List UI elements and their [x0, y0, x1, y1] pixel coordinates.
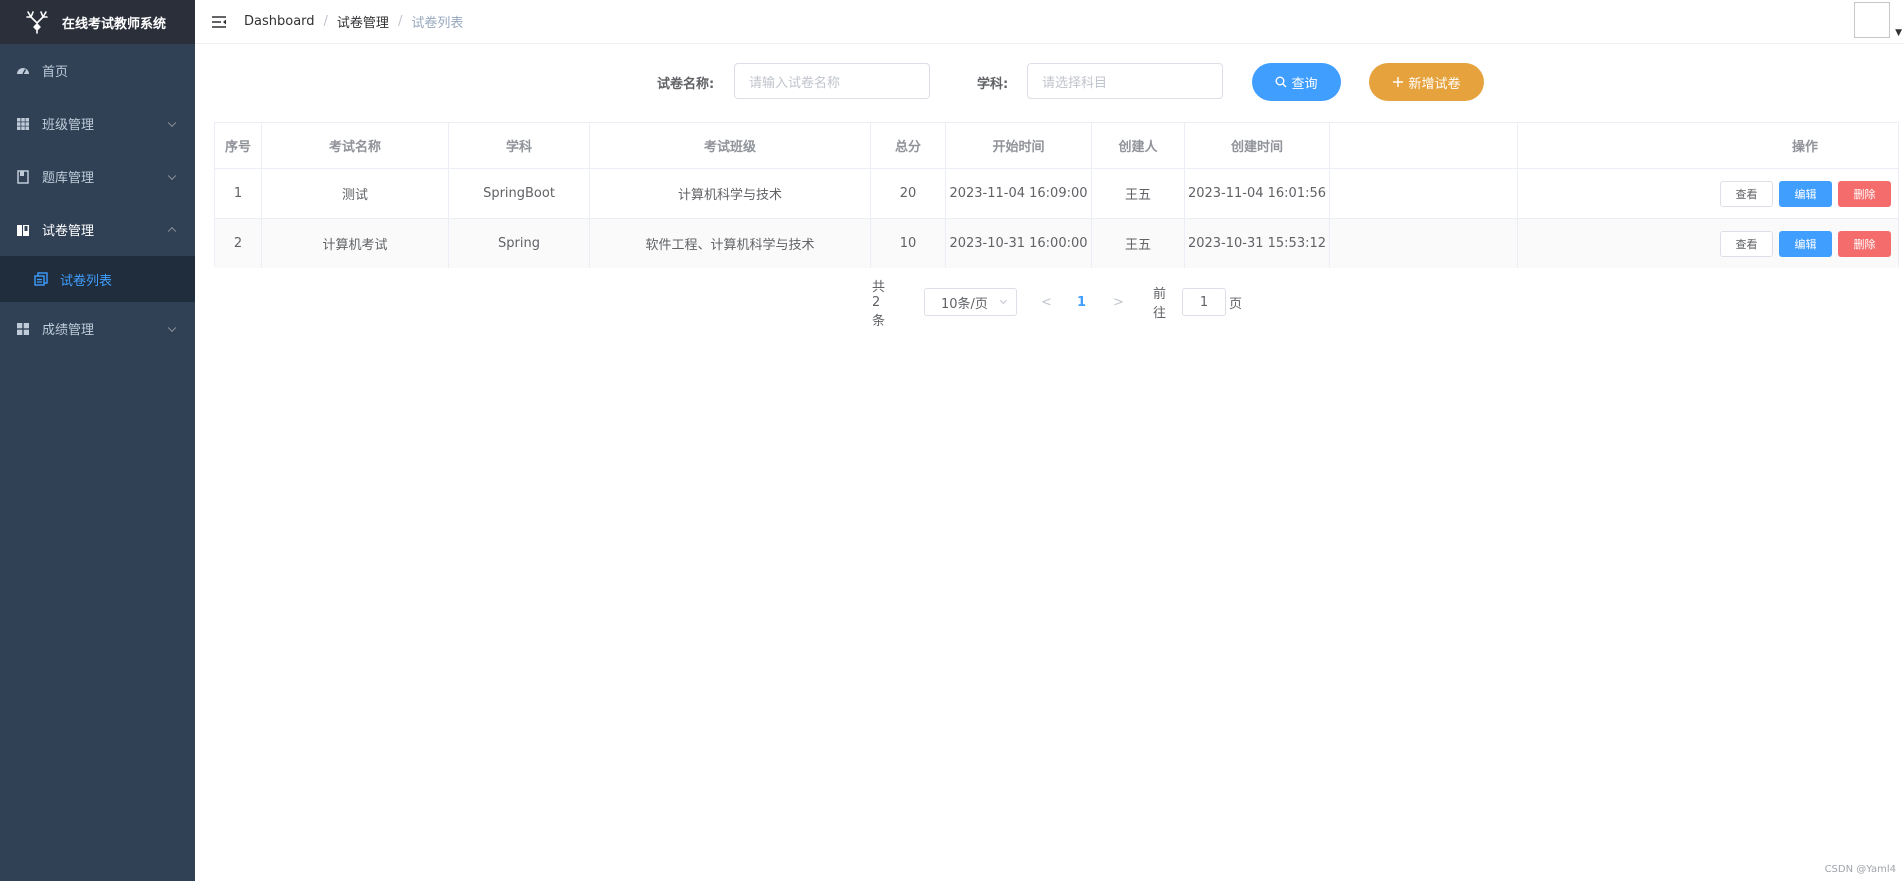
query-button-label: 查询: [1291, 76, 1318, 92]
sidebar-item-class[interactable]: 班级管理: [0, 97, 195, 150]
view-button[interactable]: 查看: [1720, 180, 1773, 207]
delete-button[interactable]: 删除: [1838, 230, 1891, 257]
breadcrumb-item-paper-manage[interactable]: 试卷管理: [337, 12, 389, 31]
chevron-down-icon: [167, 118, 177, 127]
cell-score: 20: [871, 169, 946, 218]
column-header: 考试名称: [262, 123, 449, 168]
sidebar-item-label: 题库管理: [42, 171, 95, 186]
app-title: 在线考试教师系统: [62, 16, 167, 32]
column-header: 学科: [449, 123, 590, 168]
sidebar-item-question-bank[interactable]: 题库管理: [0, 150, 195, 203]
cell-exam-name: 计算机考试: [262, 219, 449, 268]
cell-classes: 计算机科学与技术: [590, 169, 871, 218]
chevron-down-icon: [999, 296, 1008, 305]
search-icon: [1275, 76, 1287, 88]
sidebar-item-label: 试卷管理: [42, 224, 95, 239]
copy-icon: [34, 272, 48, 286]
delete-button[interactable]: 删除: [1838, 180, 1891, 207]
goto-label: 前往: [1153, 287, 1167, 321]
add-paper-button[interactable]: 新增试卷: [1369, 63, 1484, 101]
goto-suffix: 页: [1229, 296, 1243, 312]
subject-select[interactable]: 请选择科目: [1027, 63, 1223, 99]
table-row: 1 测试 SpringBoot 计算机科学与技术 20 2023-11-04 1…: [215, 168, 1898, 218]
grid-icon: [16, 117, 30, 131]
breadcrumb-item-paper-list: 试卷列表: [411, 16, 464, 31]
book-icon: [16, 169, 30, 184]
cell-start-time: 2023-10-31 16:00:00: [946, 219, 1092, 268]
cell-subject: Spring: [449, 219, 590, 268]
column-header: 创建时间: [1185, 123, 1330, 168]
sidebar-item-label: 班级管理: [42, 118, 95, 133]
query-button[interactable]: 查询: [1252, 63, 1341, 101]
column-header: 操作: [1791, 140, 1818, 155]
empty-column: [1330, 123, 1518, 168]
column-header: 总分: [871, 123, 946, 168]
app-root: 在线考试教师系统 首页 班级管理 题库管理 试卷管理 试卷列表 成绩管理 Das…: [0, 0, 1904, 881]
hamburger-icon[interactable]: [210, 13, 228, 31]
paper-table: 序号 考试名称 学科 考试班级 总分 开始时间 创建人 创建时间 1 测试 Sp…: [214, 122, 1899, 268]
watermark: CSDN @Yaml4: [1824, 864, 1896, 875]
column-header: 创建人: [1092, 123, 1185, 168]
sidebar-item-label: 试卷列表: [60, 273, 113, 289]
cell-creator: 王五: [1092, 169, 1185, 218]
next-page-icon[interactable]: >: [1113, 288, 1124, 316]
add-paper-button-label: 新增试卷: [1408, 76, 1461, 92]
deer-antler-icon: [26, 11, 48, 34]
breadcrumb: Dashboard / 试卷管理 / 试卷列表: [244, 12, 463, 31]
logo[interactable]: 在线考试教师系统: [0, 0, 195, 44]
table-header: 序号 考试名称 学科 考试班级 总分 开始时间 创建人 创建时间: [215, 123, 1898, 168]
top-navbar: Dashboard / 试卷管理 / 试卷列表 ▼: [195, 0, 1904, 44]
cell-classes: 软件工程、计算机科学与技术: [590, 219, 871, 268]
paper-name-input[interactable]: 请输入试卷名称: [734, 63, 930, 99]
cell-creator: 王五: [1092, 219, 1185, 268]
search-form: 试卷名称: 请输入试卷名称 学科: 请选择科目 查询 新增试卷: [0, 63, 1904, 101]
cell-subject: SpringBoot: [449, 169, 590, 218]
column-header: 序号: [215, 123, 262, 168]
breadcrumb-separator: /: [323, 14, 328, 29]
column-header: 开始时间: [946, 123, 1092, 168]
empty-cell: [1330, 169, 1518, 218]
subject-label: 学科:: [977, 77, 1009, 92]
table-row: 2 计算机考试 Spring 软件工程、计算机科学与技术 10 2023-10-…: [215, 218, 1898, 268]
edit-button[interactable]: 编辑: [1779, 180, 1832, 207]
avatar[interactable]: [1854, 2, 1890, 38]
breadcrumb-separator: /: [397, 14, 403, 29]
cell-created-time: 2023-11-04 16:01:56: [1185, 169, 1330, 218]
plus-icon: [1393, 77, 1404, 87]
chevron-down-icon: [167, 171, 177, 180]
apps-icon: [16, 322, 30, 336]
chevron-up-icon: [167, 226, 177, 235]
breadcrumb-item-dashboard[interactable]: Dashboard: [244, 14, 315, 29]
goto-page-input[interactable]: 1: [1182, 288, 1226, 316]
cell-score: 10: [871, 219, 946, 268]
cell-index: 1: [215, 169, 262, 218]
sidebar-item-label: 成绩管理: [42, 323, 95, 338]
view-button[interactable]: 查看: [1720, 230, 1773, 257]
cell-start-time: 2023-11-04 16:09:00: [946, 169, 1092, 218]
operations-column: 操作 查看 编辑 删除 查看 编辑 删除: [1712, 123, 1898, 268]
empty-cell: [1330, 219, 1518, 268]
page-size-select[interactable]: 10条/页: [924, 288, 1017, 316]
sidebar-item-paper-list[interactable]: 试卷列表: [0, 256, 195, 302]
sidebar-item-paper[interactable]: 试卷管理: [0, 203, 195, 256]
total-count: 共 2 条: [872, 279, 886, 329]
paper-name-label: 试卷名称:: [657, 77, 715, 92]
cell-created-time: 2023-10-31 15:53:12: [1185, 219, 1330, 268]
page-size-value: 10条/页: [941, 296, 988, 312]
cell-index: 2: [215, 219, 262, 268]
sidebar: 在线考试教师系统 首页 班级管理 题库管理 试卷管理 试卷列表 成绩管理: [0, 0, 195, 881]
operations-row: 查看 编辑 删除: [1712, 168, 1898, 218]
prev-page-icon[interactable]: <: [1041, 288, 1052, 316]
operations-row: 查看 编辑 删除: [1712, 218, 1898, 268]
column-header: 考试班级: [590, 123, 871, 168]
caret-down-icon[interactable]: ▼: [1895, 28, 1902, 38]
paper-icon: [16, 223, 30, 237]
cell-exam-name: 测试: [262, 169, 449, 218]
chevron-down-icon: [167, 323, 177, 332]
edit-button[interactable]: 编辑: [1779, 230, 1832, 257]
sidebar-item-grades[interactable]: 成绩管理: [0, 302, 195, 355]
page-number[interactable]: 1: [1077, 288, 1086, 316]
